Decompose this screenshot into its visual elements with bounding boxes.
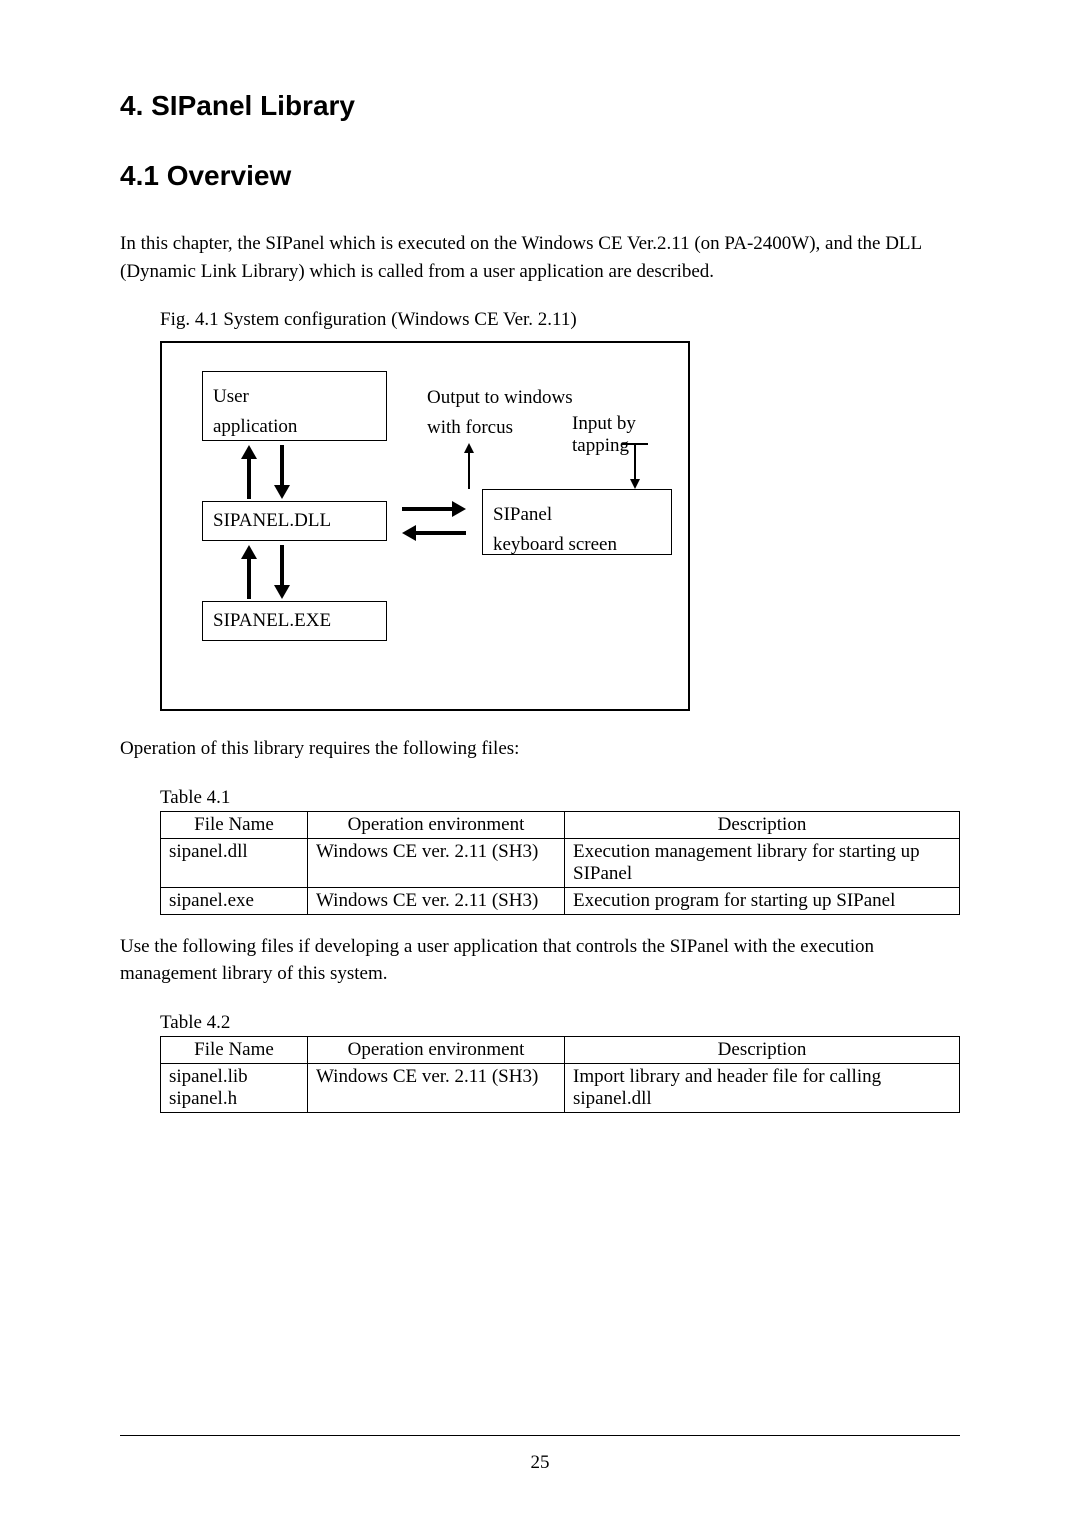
table2-r0-desc: Import library and header file for calli… xyxy=(565,1063,960,1112)
table1-r0-desc: Execution management library for startin… xyxy=(565,838,960,887)
table1: File Name Operation environment Descript… xyxy=(160,811,960,915)
box-sipanel-dll-label: SIPANEL.DLL xyxy=(213,510,331,532)
label-output-to-windows: Output to windows with forcus xyxy=(427,383,573,444)
table2-caption: Table 4.2 xyxy=(160,1012,960,1034)
paragraph-requires-files: Operation of this library requires the f… xyxy=(120,735,960,763)
page: 4. SIPanel Library 4.1 Overview In this … xyxy=(0,0,1080,1528)
table1-r1-file: sipanel.exe xyxy=(161,887,308,914)
figure-caption: Fig. 4.1 System configuration (Windows C… xyxy=(160,309,960,331)
table-row: sipanel.dll Windows CE ver. 2.11 (SH3) E… xyxy=(161,838,960,887)
table-header-row: File Name Operation environment Descript… xyxy=(161,811,960,838)
box-user-application-line2: application xyxy=(213,412,376,442)
table2: File Name Operation environment Descript… xyxy=(160,1036,960,1113)
table2-r0-env: Windows CE ver. 2.11 (SH3) xyxy=(308,1063,565,1112)
label-input-by-tapping: Input by tapping xyxy=(572,413,688,457)
table1-header-desc: Description xyxy=(565,811,960,838)
label-output-line1: Output to windows xyxy=(427,383,573,413)
table2-r0-file: sipanel.lib sipanel.h xyxy=(161,1063,308,1112)
label-output-line2: with forcus xyxy=(427,413,573,443)
box-sipanel-dll: SIPANEL.DLL xyxy=(202,501,387,541)
table1-caption: Table 4.1 xyxy=(160,787,960,809)
table-header-row: File Name Operation environment Descript… xyxy=(161,1036,960,1063)
box-sipanel-keyboard-line2: keyboard screen xyxy=(493,530,661,560)
figure: User application Output to windows with … xyxy=(160,341,960,711)
box-user-application: User application xyxy=(202,371,387,441)
box-user-application-line1: User xyxy=(213,382,376,412)
table2-r0-file-l1: sipanel.lib xyxy=(169,1066,299,1088)
table2-header-desc: Description xyxy=(565,1036,960,1063)
page-number: 25 xyxy=(0,1452,1080,1474)
box-sipanel-exe: SIPANEL.EXE xyxy=(202,601,387,641)
box-sipanel-keyboard: SIPanel keyboard screen xyxy=(482,489,672,555)
table1-r0-env: Windows CE ver. 2.11 (SH3) xyxy=(308,838,565,887)
table1-header-file: File Name xyxy=(161,811,308,838)
table2-header-file: File Name xyxy=(161,1036,308,1063)
box-sipanel-exe-label: SIPANEL.EXE xyxy=(213,610,331,632)
table1-r1-desc: Execution program for starting up SIPane… xyxy=(565,887,960,914)
box-sipanel-keyboard-line1: SIPanel xyxy=(493,500,661,530)
table-row: sipanel.exe Windows CE ver. 2.11 (SH3) E… xyxy=(161,887,960,914)
chapter-heading: 4. SIPanel Library xyxy=(120,90,960,122)
table1-r0-file: sipanel.dll xyxy=(161,838,308,887)
footer-rule xyxy=(120,1435,960,1437)
table1-r1-env: Windows CE ver. 2.11 (SH3) xyxy=(308,887,565,914)
intro-paragraph: In this chapter, the SIPanel which is ex… xyxy=(120,230,960,285)
section-heading: 4.1 Overview xyxy=(120,160,960,192)
table2-r0-file-l2: sipanel.h xyxy=(169,1088,299,1110)
system-diagram: User application Output to windows with … xyxy=(160,341,690,711)
table1-header-env: Operation environment xyxy=(308,811,565,838)
table2-header-env: Operation environment xyxy=(308,1036,565,1063)
paragraph-dev-files: Use the following files if developing a … xyxy=(120,933,960,988)
